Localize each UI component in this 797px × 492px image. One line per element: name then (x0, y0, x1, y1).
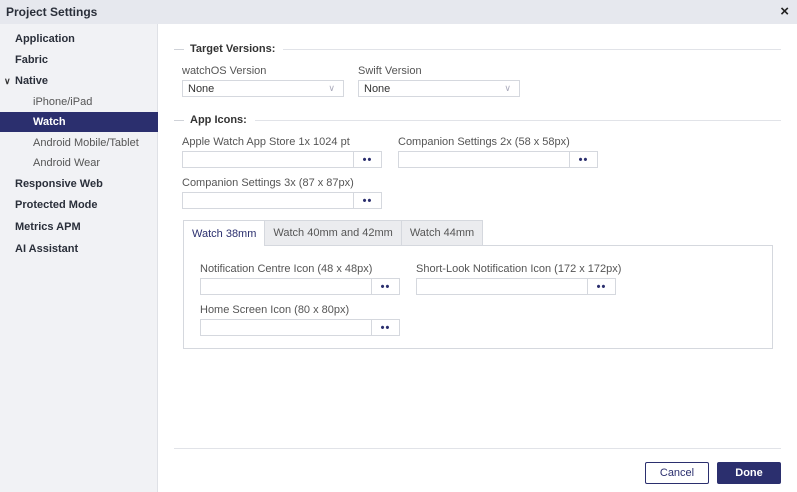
sidebar-item-android-mobile-tablet[interactable]: Android Mobile/Tablet (0, 133, 158, 153)
tab-panel: Notification Centre Icon (48 x 48px) •• … (183, 245, 773, 349)
sidebar-item-responsive-web[interactable]: Responsive Web (0, 174, 158, 194)
sidebar-item-label: Android Mobile/Tablet (33, 137, 139, 149)
sidebar-item-label: Native (15, 75, 49, 87)
section-title: Target Versions: (190, 43, 276, 55)
browse-button[interactable]: •• (353, 193, 381, 208)
file-path-input[interactable] (417, 279, 587, 294)
app-store-icon-label: Apple Watch App Store 1x 1024 pt (182, 136, 350, 148)
watchos-version-label: watchOS Version (182, 65, 267, 77)
file-path-input[interactable] (201, 320, 371, 335)
sidebar-item-metrics-apm[interactable]: Metrics APM (0, 217, 158, 237)
file-path-input[interactable] (183, 152, 353, 167)
file-path-input[interactable] (201, 279, 371, 294)
short-look-icon-label: Short-Look Notification Icon (172 x 172p… (416, 263, 622, 275)
tab-watch-40mm-42mm[interactable]: Watch 40mm and 42mm (264, 220, 402, 245)
swift-version-select[interactable]: None ∨ (358, 80, 520, 97)
section-title: App Icons: (190, 114, 247, 126)
file-path-input[interactable] (399, 152, 569, 167)
section-divider (254, 119, 781, 121)
sidebar-item-label: Responsive Web (15, 178, 103, 190)
select-value: None (188, 82, 215, 95)
section-divider (174, 48, 184, 50)
title-bar: Project Settings × (0, 0, 797, 24)
notification-centre-icon-label: Notification Centre Icon (48 x 48px) (200, 263, 373, 275)
sidebar-item-label: Metrics APM (15, 221, 81, 233)
sidebar-item-android-wear[interactable]: Android Wear (0, 153, 158, 173)
sidebar-item-watch[interactable]: Watch (0, 112, 158, 132)
browse-button[interactable]: •• (371, 279, 399, 294)
section-divider (174, 119, 184, 121)
app-icons-heading: App Icons: (174, 114, 781, 126)
companion-2x-label: Companion Settings 2x (58 x 58px) (398, 136, 570, 148)
swift-version-label: Swift Version (358, 65, 422, 77)
sidebar-item-native[interactable]: ∨ Native (0, 71, 158, 91)
select-value: None (364, 82, 391, 95)
sidebar: Application Fabric ∨ Native iPhone/iPad W… (0, 24, 158, 492)
file-path-input[interactable] (183, 193, 353, 208)
browse-button[interactable]: •• (587, 279, 615, 294)
done-button[interactable]: Done (717, 462, 781, 484)
browse-button[interactable]: •• (569, 152, 597, 167)
chevron-down-icon: ∨ (4, 75, 11, 86)
close-icon[interactable]: × (780, 3, 789, 21)
watchos-version-select[interactable]: None ∨ (182, 80, 344, 97)
sidebar-item-label: AI Assistant (15, 243, 79, 255)
chevron-down-icon: ∨ (504, 83, 511, 93)
sidebar-item-label: iPhone/iPad (33, 96, 93, 108)
window-title: Project Settings (6, 5, 98, 19)
browse-button[interactable]: •• (371, 320, 399, 335)
home-screen-icon-field[interactable]: •• (200, 319, 400, 336)
watch-size-tabs: Watch 38mm Watch 40mm and 42mm Watch 44m… (183, 220, 484, 246)
sidebar-item-ai-assistant[interactable]: AI Assistant (0, 239, 158, 259)
tab-watch-38mm[interactable]: Watch 38mm (183, 220, 266, 246)
companion-2x-field[interactable]: •• (398, 151, 598, 168)
sidebar-item-application[interactable]: Application (0, 29, 158, 49)
sidebar-item-label: Application (15, 33, 75, 45)
target-versions-heading: Target Versions: (174, 43, 781, 55)
sidebar-item-label: Fabric (15, 54, 49, 66)
sidebar-item-label: Protected Mode (15, 199, 98, 211)
companion-3x-label: Companion Settings 3x (87 x 87px) (182, 177, 354, 189)
app-store-icon-field[interactable]: •• (182, 151, 382, 168)
sidebar-item-protected-mode[interactable]: Protected Mode (0, 195, 158, 215)
sidebar-item-iphone-ipad[interactable]: iPhone/iPad (0, 92, 158, 112)
section-divider (283, 48, 781, 50)
companion-3x-field[interactable]: •• (182, 192, 382, 209)
footer-divider (174, 448, 781, 449)
cancel-button[interactable]: Cancel (645, 462, 709, 484)
sidebar-item-fabric[interactable]: Fabric (0, 50, 158, 70)
chevron-down-icon: ∨ (328, 83, 335, 93)
home-screen-icon-label: Home Screen Icon (80 x 80px) (200, 304, 350, 316)
main-panel: Target Versions: watchOS Version None ∨ … (158, 24, 797, 492)
sidebar-item-label: Android Wear (33, 157, 101, 169)
sidebar-item-label: Watch (33, 116, 66, 128)
short-look-icon-field[interactable]: •• (416, 278, 616, 295)
browse-button[interactable]: •• (353, 152, 381, 167)
tab-watch-44mm[interactable]: Watch 44mm (400, 220, 484, 245)
notification-centre-icon-field[interactable]: •• (200, 278, 400, 295)
